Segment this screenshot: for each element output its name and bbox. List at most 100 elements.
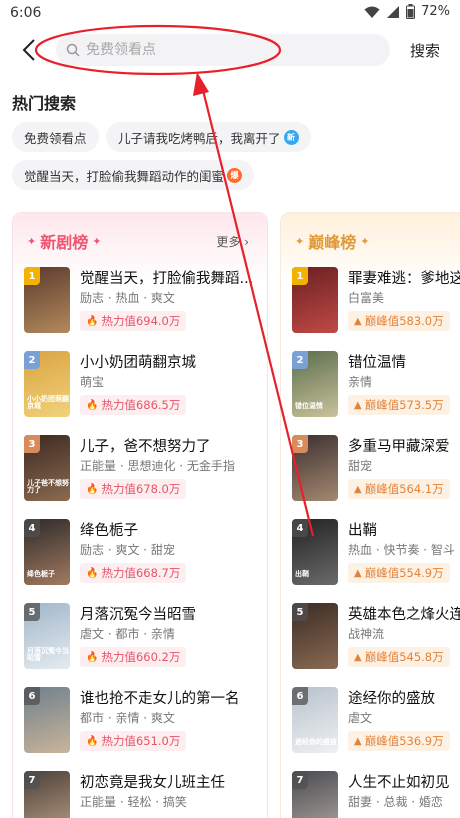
score-badge: 🔥 热力值660.2万 [80, 647, 187, 667]
drama-title: 途经你的盛放 [348, 691, 435, 707]
hot-search-title: 热门搜索 [12, 94, 77, 113]
drama-tags: 萌宝 [80, 375, 105, 389]
search-button[interactable]: 搜索 [410, 40, 440, 61]
flame-icon: 🔥 [86, 567, 99, 579]
rank-badge: 1 [292, 267, 308, 285]
flame-icon: 🔥 [86, 399, 99, 411]
score-text: 巅峰值564.1万 [364, 482, 444, 496]
flame-icon: 🔥 [86, 651, 99, 663]
drama-title: 小小奶团萌翻京城 [80, 355, 196, 371]
ranking-item[interactable]: 5 月落沉冤今当昭雪 月落沉冤今当昭雪 虐文 · 都市 · 亲情 🔥 热力值660.2万 [24, 603, 264, 675]
drama-title: 罪妻难逃：爹地这 [348, 271, 460, 287]
ranking-item[interactable]: 7 人生不止如初见 甜妻 · 总裁 · 婚恋 [292, 771, 460, 818]
score-text: 巅峰值554.9万 [364, 566, 444, 580]
wifi-icon [364, 6, 380, 18]
ranking-item[interactable]: 6 途经你的盛放 途经你的盛放 虐文 ▲ 巅峰值536.9万 [292, 687, 460, 759]
score-text: 热力值694.0万 [101, 314, 181, 328]
battery-icon [406, 4, 416, 19]
drama-tags: 励志 · 爽文 · 甜宠 [80, 543, 175, 557]
drama-title: 英雄本色之烽火连 [348, 607, 460, 623]
rank-badge: 6 [292, 687, 308, 705]
ranking-item[interactable]: 5 英雄本色之烽火连 战神流 ▲ 巅峰值545.8万 [292, 603, 460, 675]
score-text: 巅峰值583.0万 [364, 314, 444, 328]
hot-search-chip[interactable]: 觉醒当天，打脸偷我舞蹈动作的闺蜜 爆 [12, 160, 255, 190]
drama-cover: 7 [24, 771, 70, 818]
drama-title: 绛色栀子 [80, 523, 138, 539]
ranking-title: ✦ 新剧榜 ✦ [27, 233, 102, 252]
drama-tags: 励志 · 热血 · 爽文 [80, 291, 175, 305]
status-bar: 6:06 72% [0, 0, 460, 26]
score-badge: 🔥 热力值651.0万 [80, 731, 187, 751]
rank-badge: 2 [24, 351, 40, 369]
score-badge: ▲ 巅峰值554.9万 [348, 563, 450, 583]
peak-icon: ▲ [354, 567, 362, 579]
ranking-item[interactable]: 3 儿子爸不想努力了 儿子，爸不想努力了 正能量 · 思想迪化 · 无金手指 🔥 热力值6… [24, 435, 264, 507]
drama-title: 错位温情 [348, 355, 406, 371]
rank-badge: 4 [292, 519, 308, 537]
ranking-item[interactable]: 6 谁也抢不走女儿的第一名 都市 · 亲情 · 爽文 🔥 热力值651.0万 [24, 687, 264, 759]
drama-title: 初恋竟是我女儿班主任 [80, 775, 225, 791]
ranking-item[interactable]: 7 初恋竟是我女儿班主任 正能量 · 轻松 · 搞笑 [24, 771, 264, 818]
chip-label: 免费领看点 [24, 130, 87, 146]
hot-badge: 爆 [227, 167, 243, 183]
rank-badge: 5 [24, 603, 40, 621]
ranking-item[interactable]: 2 小小奶团萌翻京城 小小奶团萌翻京城 萌宝 🔥 热力值686.5万 [24, 351, 264, 423]
score-text: 热力值686.5万 [101, 398, 181, 412]
drama-cover: 3 [292, 435, 338, 501]
peak-icon: ▲ [354, 735, 362, 747]
drama-title: 人生不止如初见 [348, 775, 450, 791]
score-badge: 🔥 热力值678.0万 [80, 479, 187, 499]
drama-title: 谁也抢不走女儿的第一名 [80, 691, 240, 707]
rank-badge: 4 [24, 519, 40, 537]
back-arrow-icon[interactable] [20, 38, 40, 62]
score-text: 热力值651.0万 [101, 734, 181, 748]
score-badge: 🔥 热力值694.0万 [80, 311, 187, 331]
rank-badge: 7 [292, 771, 308, 789]
cover-title-art: 途经你的盛放 [295, 738, 337, 747]
cover-title-art: 儿子爸不想努力了 [27, 478, 69, 495]
cover-title-art: 月落沉冤今当昭雪 [27, 646, 69, 663]
drama-tags: 白富美 [348, 291, 385, 305]
sparkle-icon: ✦ [27, 234, 37, 248]
sparkle-icon: ✦ [360, 234, 370, 248]
rank-badge: 1 [24, 267, 40, 285]
search-box[interactable] [56, 34, 390, 66]
drama-cover: 3 儿子爸不想努力了 [24, 435, 70, 501]
peak-ranking: ✦ 巅峰榜 ✦ 1 罪妻难逃：爹地这 白富美 ▲ 巅峰值583.0万 2 错位温情 错位温情亲… [280, 212, 460, 818]
rank-badge: 6 [24, 687, 40, 705]
drama-tags: 都市 · 亲情 · 爽文 [80, 711, 175, 725]
drama-cover: 4 出鞘 [292, 519, 338, 585]
score-text: 巅峰值536.9万 [364, 734, 444, 748]
score-text: 热力值668.7万 [101, 566, 181, 580]
battery-percent: 72% [421, 4, 450, 19]
score-badge: 🔥 热力值668.7万 [80, 563, 187, 583]
drama-title: 月落沉冤今当昭雪 [80, 607, 196, 623]
ranking-item[interactable]: 4 绛色栀子 绛色栀子 励志 · 爽文 · 甜宠 🔥 热力值668.7万 [24, 519, 264, 591]
search-input[interactable] [86, 42, 366, 58]
cover-title-art: 小小奶团萌翻京城 [27, 394, 69, 411]
ranking-item[interactable]: 1 觉醒当天，打脸偷我舞蹈... 励志 · 热血 · 爽文 🔥 热力值694.0万 [24, 267, 264, 339]
ranking-item[interactable]: 3 多重马甲藏深爱 甜宠 ▲ 巅峰值564.1万 [292, 435, 460, 507]
score-badge: ▲ 巅峰值536.9万 [348, 731, 450, 751]
hot-search-chip[interactable]: 儿子请我吃烤鸭后，我离开了 新 [106, 122, 311, 152]
drama-title: 儿子，爸不想努力了 [80, 439, 211, 455]
drama-cover: 7 [292, 771, 338, 818]
ranking-item[interactable]: 2 错位温情 错位温情 亲情 ▲ 巅峰值573.5万 [292, 351, 460, 423]
new-badge: 新 [283, 129, 299, 145]
ranking-item[interactable]: 1 罪妻难逃：爹地这 白富美 ▲ 巅峰值583.0万 [292, 267, 460, 339]
status-time: 6:06 [10, 5, 42, 21]
drama-cover: 2 错位温情 [292, 351, 338, 417]
flame-icon: 🔥 [86, 735, 99, 747]
rank-badge: 3 [292, 435, 308, 453]
more-link[interactable]: 更多 › [216, 233, 249, 250]
cover-title-art: 绛色栀子 [27, 570, 55, 579]
drama-cover: 1 [292, 267, 338, 333]
score-text: 巅峰值573.5万 [364, 398, 444, 412]
drama-tags: 亲情 [348, 375, 373, 389]
drama-tags: 甜妻 · 总裁 · 婚恋 [348, 795, 443, 809]
hot-search-chip[interactable]: 免费领看点 [12, 122, 99, 152]
cover-title-art: 错位温情 [295, 402, 323, 411]
chip-label: 觉醒当天，打脸偷我舞蹈动作的闺蜜 [24, 168, 225, 184]
score-badge: ▲ 巅峰值545.8万 [348, 647, 450, 667]
ranking-item[interactable]: 4 出鞘 出鞘 热血 · 快节奏 · 智斗 ▲ 巅峰值554.9万 [292, 519, 460, 591]
